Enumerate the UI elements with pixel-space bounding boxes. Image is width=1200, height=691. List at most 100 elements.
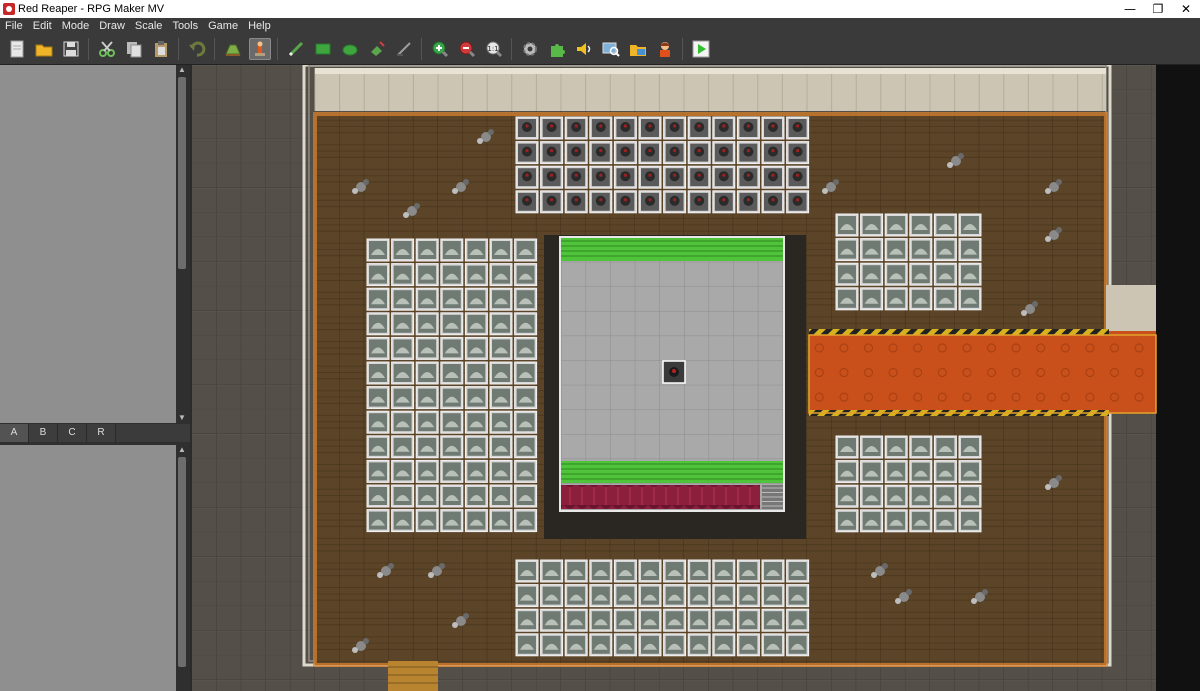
event-mode-button[interactable] xyxy=(248,38,271,60)
seat-figure-eye xyxy=(697,149,701,153)
open-project-button[interactable] xyxy=(33,38,55,60)
seat-figure-eye xyxy=(673,124,677,128)
tileset-tab-r[interactable]: R xyxy=(87,424,116,442)
seat-figure-eye xyxy=(599,173,603,177)
side-wall-segment xyxy=(1106,285,1156,333)
tileset-tab-b[interactable]: B xyxy=(29,424,58,442)
rectangle-button[interactable] xyxy=(312,38,334,60)
resource-manager-button[interactable] xyxy=(627,38,649,60)
gear-icon xyxy=(521,40,539,58)
new-project-button[interactable] xyxy=(6,38,28,60)
zoom-out-icon xyxy=(458,40,476,58)
pencil-button[interactable] xyxy=(285,38,307,60)
menu-file[interactable]: File xyxy=(0,18,28,34)
zoom-actual-button[interactable]: 1:1 xyxy=(483,38,505,60)
undo-button[interactable] xyxy=(186,38,208,60)
menu-draw[interactable]: Draw xyxy=(94,18,130,34)
menu-tools[interactable]: Tools xyxy=(167,18,203,34)
speaker-icon xyxy=(575,40,593,58)
rubble-debris xyxy=(388,563,394,569)
zoom-in-icon xyxy=(431,40,449,58)
rubble-debris xyxy=(352,188,358,194)
close-button[interactable]: ✕ xyxy=(1172,0,1200,18)
seat-figure-eye xyxy=(722,124,726,128)
map-list[interactable] xyxy=(0,445,176,691)
zoom-in-button[interactable] xyxy=(429,38,451,60)
rubble-debris xyxy=(403,212,409,218)
svg-text:1:1: 1:1 xyxy=(487,45,498,53)
scroll-thumb[interactable] xyxy=(178,77,186,269)
stage-curtain xyxy=(560,485,760,509)
scroll-up-arrow-icon[interactable]: ▲ xyxy=(176,445,188,455)
scroll-up-arrow-icon[interactable]: ▲ xyxy=(176,65,188,75)
toolbar-separator xyxy=(682,38,683,60)
rubble-debris xyxy=(488,129,494,135)
tileset-scrollbar[interactable]: ▲ ▼ xyxy=(176,65,188,423)
rubble-debris xyxy=(463,179,469,185)
rubble-debris xyxy=(982,589,988,595)
rubble-debris xyxy=(971,598,977,604)
rubble-debris xyxy=(895,598,901,604)
ellipse-icon xyxy=(341,40,359,58)
scroll-down-arrow-icon[interactable]: ▼ xyxy=(176,413,188,423)
zoom-out-button[interactable] xyxy=(456,38,478,60)
new-icon xyxy=(8,40,26,58)
shadow-pen-button[interactable] xyxy=(393,38,415,60)
copy-button[interactable] xyxy=(123,38,145,60)
tileset-palette[interactable] xyxy=(0,65,176,423)
seat-figure-eye xyxy=(574,198,578,202)
seat-figure-eye xyxy=(550,149,554,153)
sound-test-button[interactable] xyxy=(573,38,595,60)
scroll-thumb[interactable] xyxy=(178,457,186,667)
seat-figure-eye xyxy=(697,173,701,177)
map-list-scrollbar[interactable]: ▲ xyxy=(176,445,188,691)
seat-figure-eye xyxy=(648,149,652,153)
maximize-button[interactable]: ❐ xyxy=(1144,0,1172,18)
character-generator-button[interactable] xyxy=(654,38,676,60)
flood-fill-button[interactable] xyxy=(366,38,388,60)
map-render[interactable] xyxy=(192,65,1200,691)
tileset-tab-c[interactable]: C xyxy=(58,424,87,442)
save-project-button[interactable] xyxy=(60,38,82,60)
toolbar-separator xyxy=(277,38,278,60)
map-mode-button[interactable] xyxy=(222,38,244,60)
rubble-debris xyxy=(1056,227,1062,233)
rubble-debris xyxy=(871,572,877,578)
seat-figure-eye xyxy=(697,124,701,128)
seat-figure-eye xyxy=(771,124,775,128)
event-searcher-button[interactable] xyxy=(600,38,622,60)
menu-help[interactable]: Help xyxy=(243,18,276,34)
rubble-debris xyxy=(363,179,369,185)
rubble-debris xyxy=(439,563,445,569)
seat-figure-eye xyxy=(648,198,652,202)
seat-figure-eye xyxy=(796,124,800,128)
seat-figure-eye xyxy=(623,149,627,153)
menu-game[interactable]: Game xyxy=(203,18,243,34)
ellipse-button[interactable] xyxy=(339,38,361,60)
cut-button[interactable] xyxy=(96,38,118,60)
top-wall-trim xyxy=(315,68,1106,74)
playtest-button[interactable] xyxy=(690,38,712,60)
minimize-button[interactable]: — xyxy=(1116,0,1144,18)
seat-figure-eye xyxy=(771,149,775,153)
tileset-tab-a[interactable]: A xyxy=(0,424,29,442)
menu-edit[interactable]: Edit xyxy=(28,18,57,34)
toolbar-separator xyxy=(88,38,89,60)
plugin-manager-button[interactable] xyxy=(546,38,568,60)
database-button[interactable] xyxy=(519,38,541,60)
seat-figure-eye xyxy=(771,173,775,177)
seat-figure-eye xyxy=(648,173,652,177)
paste-button[interactable] xyxy=(150,38,172,60)
pencil-icon xyxy=(287,40,305,58)
menu-mode[interactable]: Mode xyxy=(57,18,95,34)
rubble-debris xyxy=(477,138,483,144)
seat-figure-eye xyxy=(746,149,751,153)
menu-scale[interactable]: Scale xyxy=(130,18,168,34)
toolbar: 1:1 xyxy=(0,34,1200,65)
rubble-debris xyxy=(1045,484,1051,490)
bottom-doorway xyxy=(388,661,438,691)
rubble-debris xyxy=(352,647,358,653)
seat-figure-eye xyxy=(746,173,751,177)
map-editor-canvas[interactable] xyxy=(192,65,1200,691)
seat-figure-eye xyxy=(796,149,800,153)
